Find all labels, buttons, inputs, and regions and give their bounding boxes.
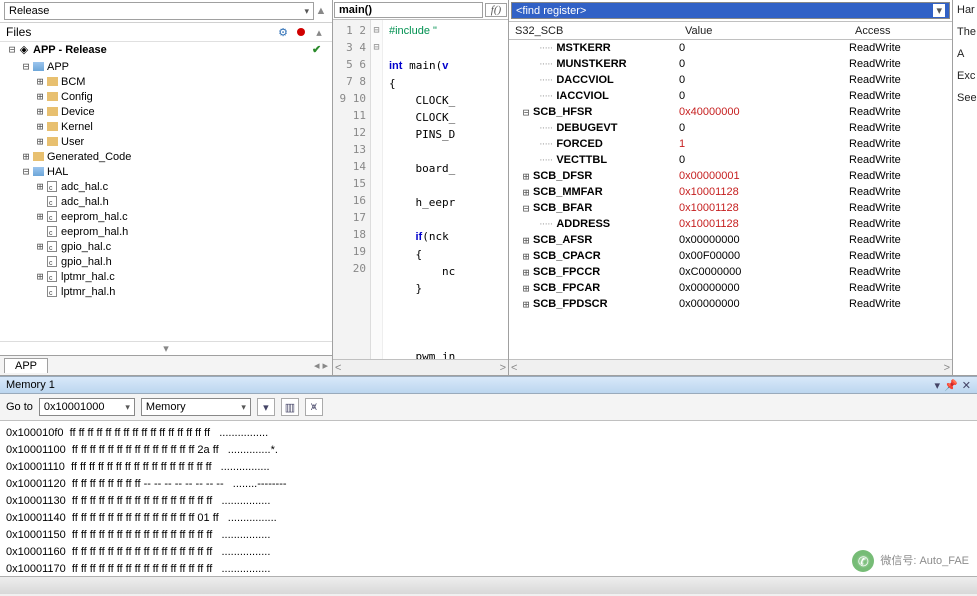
- col-access[interactable]: Access: [849, 25, 896, 37]
- files-header-label: Files: [6, 25, 272, 39]
- tree-item[interactable]: adc_hal.h: [0, 194, 332, 209]
- line-gutter: 1 2 3 4 5 6 7 8 9 10 11 12 13 14 15 16 1…: [333, 20, 371, 359]
- goto-label: Go to: [6, 401, 33, 413]
- scroll-left-icon[interactable]: <: [511, 362, 517, 374]
- goto-address-value: 0x10001000: [44, 401, 105, 413]
- sidebar-fragment: See: [955, 92, 975, 104]
- register-row[interactable]: ·····MUNSTKERR0ReadWrite: [509, 56, 952, 72]
- code-editor[interactable]: #include " int main(v { CLOCK_ CLOCK_ PI…: [383, 20, 508, 359]
- tree-item[interactable]: HAL: [0, 164, 332, 179]
- files-panel: Release ▲ Files ⚙ ▴ ◈ APP - Release ✔ AP…: [0, 0, 333, 375]
- sidebar-fragment: Har: [955, 4, 975, 16]
- register-row[interactable]: ·····DACCVIOL0ReadWrite: [509, 72, 952, 88]
- close-icon[interactable]: ✕: [962, 379, 971, 392]
- columns-icon[interactable]: ▥: [281, 398, 299, 416]
- register-row[interactable]: ·····VECTTBL0ReadWrite: [509, 152, 952, 168]
- scroll-up-icon[interactable]: ▲: [314, 5, 328, 17]
- sidebar-fragment: Exc: [955, 70, 975, 82]
- status-bar: [0, 576, 977, 594]
- tree-item[interactable]: gpio_hal.c: [0, 239, 332, 254]
- tree-item[interactable]: Generated_Code: [0, 149, 332, 164]
- register-row[interactable]: SCB_CPACR0x00F00000ReadWrite: [509, 248, 952, 264]
- register-row[interactable]: SCB_FPCCR0xC0000000ReadWrite: [509, 264, 952, 280]
- symbol-dropdown[interactable]: main(): [334, 2, 483, 18]
- watermark: ✆ 微信号: Auto_FAE: [852, 550, 969, 572]
- sidebar-fragment: A: [955, 48, 975, 60]
- tree-item[interactable]: eeprom_hal.h: [0, 224, 332, 239]
- register-list[interactable]: ·····MSTKERR0ReadWrite·····MUNSTKERR0Rea…: [509, 40, 952, 312]
- goto-address-input[interactable]: 0x10001000: [39, 398, 135, 416]
- tree-item[interactable]: gpio_hal.h: [0, 254, 332, 269]
- tree-item[interactable]: APP: [0, 59, 332, 74]
- register-row[interactable]: SCB_FPDSCR0x00000000ReadWrite: [509, 296, 952, 312]
- waveform-icon[interactable]: ⩙: [305, 398, 323, 416]
- scroll-right-icon[interactable]: >: [500, 362, 506, 374]
- find-register-dropdown[interactable]: <find register> ▾: [511, 2, 950, 19]
- record-icon[interactable]: [294, 25, 308, 39]
- tree-item[interactable]: User: [0, 134, 332, 149]
- fold-column[interactable]: ⊟ ⊟: [371, 20, 383, 359]
- register-row[interactable]: SCB_DFSR0x00000001ReadWrite: [509, 168, 952, 184]
- col-value[interactable]: Value: [679, 25, 849, 37]
- tree-item[interactable]: lptmr_hal.c: [0, 269, 332, 284]
- tree-item[interactable]: lptmr_hal.h: [0, 284, 332, 299]
- tree-item[interactable]: BCM: [0, 74, 332, 89]
- register-row[interactable]: ·····IACCVIOL0ReadWrite: [509, 88, 952, 104]
- wechat-icon: ✆: [852, 550, 874, 572]
- scroll-down-icon[interactable]: ▾: [0, 341, 332, 355]
- register-row[interactable]: SCB_HFSR0x40000000ReadWrite: [509, 104, 952, 120]
- register-row[interactable]: ·····ADDRESS0x10001128ReadWrite: [509, 216, 952, 232]
- register-row[interactable]: ·····MSTKERR0ReadWrite: [509, 40, 952, 56]
- dropdown-icon[interactable]: ▾: [935, 379, 941, 392]
- tree-item[interactable]: Config: [0, 89, 332, 104]
- chevron-down-icon: ▾: [933, 4, 945, 17]
- gear-icon[interactable]: ⚙: [276, 25, 290, 39]
- find-register-placeholder: <find register>: [516, 5, 586, 17]
- view-mode-value: Memory: [146, 401, 186, 413]
- register-row[interactable]: ·····DEBUGEVT0ReadWrite: [509, 120, 952, 136]
- scroll-left-icon[interactable]: <: [335, 362, 341, 374]
- tree-item[interactable]: Kernel: [0, 119, 332, 134]
- expand-toggle[interactable]: [6, 43, 18, 56]
- tab-next-icon[interactable]: ▸: [322, 359, 328, 372]
- tree-item[interactable]: adc_hal.c: [0, 179, 332, 194]
- cube-icon: ◈: [18, 44, 30, 56]
- project-root[interactable]: APP - Release: [33, 44, 107, 56]
- register-row[interactable]: SCB_BFAR0x10001128ReadWrite: [509, 200, 952, 216]
- tab-prev-icon[interactable]: ◂: [314, 359, 320, 372]
- memory-view[interactable]: 0x100010f0 ff ff ff ff ff ff ff ff ff ff…: [0, 421, 977, 576]
- memory-title: Memory 1: [6, 379, 935, 391]
- register-row[interactable]: SCB_FPCAR0x00000000ReadWrite: [509, 280, 952, 296]
- sidebar-fragment: The: [955, 26, 975, 38]
- tree-item[interactable]: eeprom_hal.c: [0, 209, 332, 224]
- register-panel: <find register> ▾ S32_SCB Value Access ·…: [509, 0, 953, 375]
- fx-icon[interactable]: f(): [485, 3, 507, 17]
- file-tree[interactable]: APPBCMConfigDeviceKernelUserGenerated_Co…: [0, 57, 332, 341]
- tree-item[interactable]: Device: [0, 104, 332, 119]
- config-dropdown[interactable]: Release: [4, 2, 314, 20]
- register-row[interactable]: ·····FORCED1ReadWrite: [509, 136, 952, 152]
- scroll-right-icon[interactable]: >: [944, 362, 950, 374]
- toolbar-dropdown-icon[interactable]: ▾: [257, 398, 275, 416]
- register-row[interactable]: SCB_AFSR0x00000000ReadWrite: [509, 232, 952, 248]
- code-panel: main() f() 1 2 3 4 5 6 7 8 9 10 11 12 13…: [333, 0, 509, 375]
- config-dropdown-value: Release: [9, 5, 49, 17]
- checkmark-icon: ✔: [312, 43, 326, 56]
- col-name[interactable]: S32_SCB: [509, 25, 679, 37]
- right-sidebar: Har The A Exc See: [953, 0, 977, 375]
- view-mode-dropdown[interactable]: Memory: [141, 398, 251, 416]
- register-row[interactable]: SCB_MMFAR0x10001128ReadWrite: [509, 184, 952, 200]
- tab-app[interactable]: APP: [4, 358, 48, 373]
- pin-icon[interactable]: 📌: [944, 379, 958, 392]
- memory-panel: Memory 1 ▾ 📌 ✕ Go to 0x10001000 Memory ▾…: [0, 376, 977, 576]
- scroll-up-icon[interactable]: ▴: [312, 25, 326, 39]
